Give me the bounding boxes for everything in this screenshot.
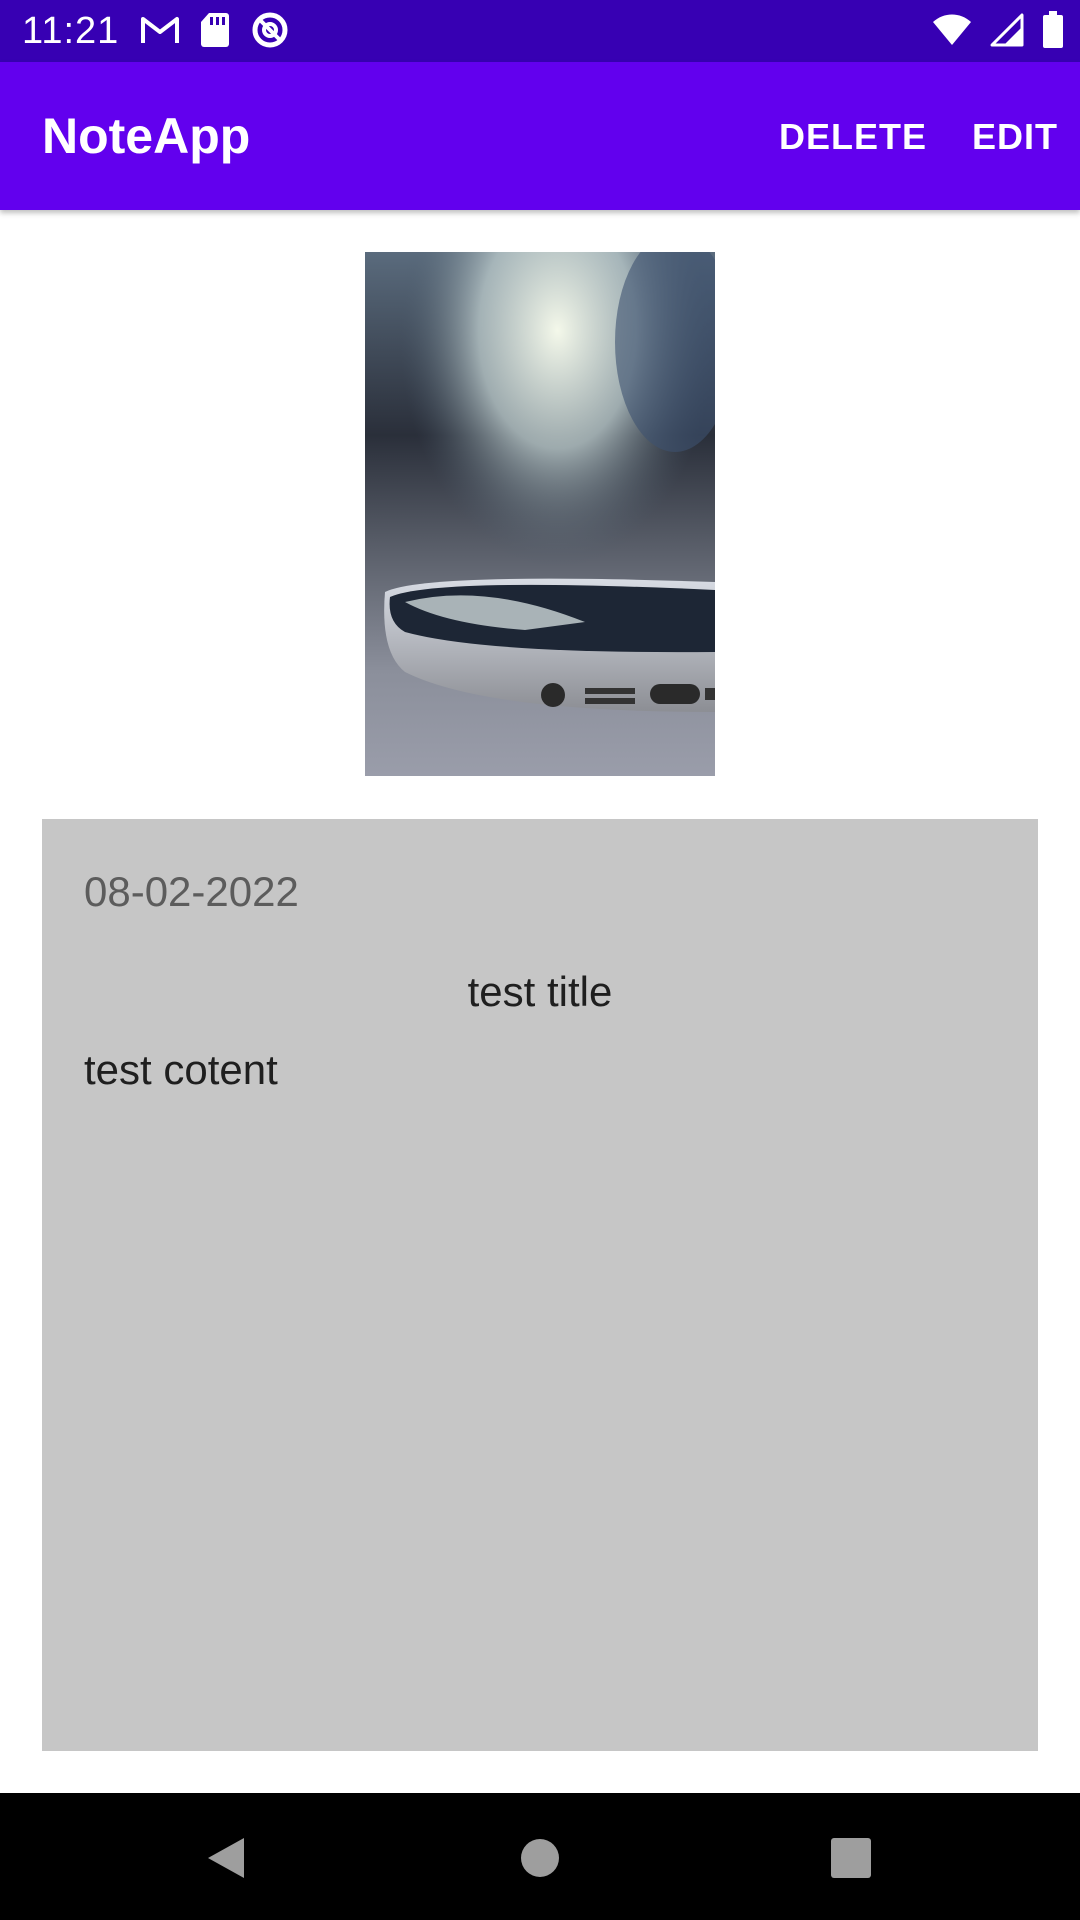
note-card: 08-02-2022 test title test cotent [42,819,1038,1751]
app-bar: NoteApp DELETE EDIT [0,62,1080,210]
recents-icon[interactable] [826,1833,876,1883]
navigation-bar [0,1793,1080,1920]
note-content: test cotent [84,1046,278,1093]
note-title: test title [467,968,613,1015]
home-icon[interactable] [515,1833,565,1883]
note-image [365,252,715,776]
status-left-icons [140,12,290,52]
battery-icon [1042,10,1064,54]
wifi-icon [932,13,972,52]
app-title: NoteApp [42,108,251,164]
back-icon[interactable] [202,1833,252,1883]
status-time: 11:21 [22,10,120,52]
status-right-icons [932,10,1064,54]
sd-card-icon [200,12,230,53]
signal-icon [990,13,1024,52]
phone-photo-icon [365,252,715,776]
delete-button[interactable]: DELETE [779,116,927,158]
gmail-icon [140,14,180,51]
edit-button[interactable]: EDIT [972,116,1058,158]
data-saver-icon [250,10,290,55]
status-bar: 11:21 [0,0,1080,62]
note-date: 08-02-2022 [84,868,299,915]
